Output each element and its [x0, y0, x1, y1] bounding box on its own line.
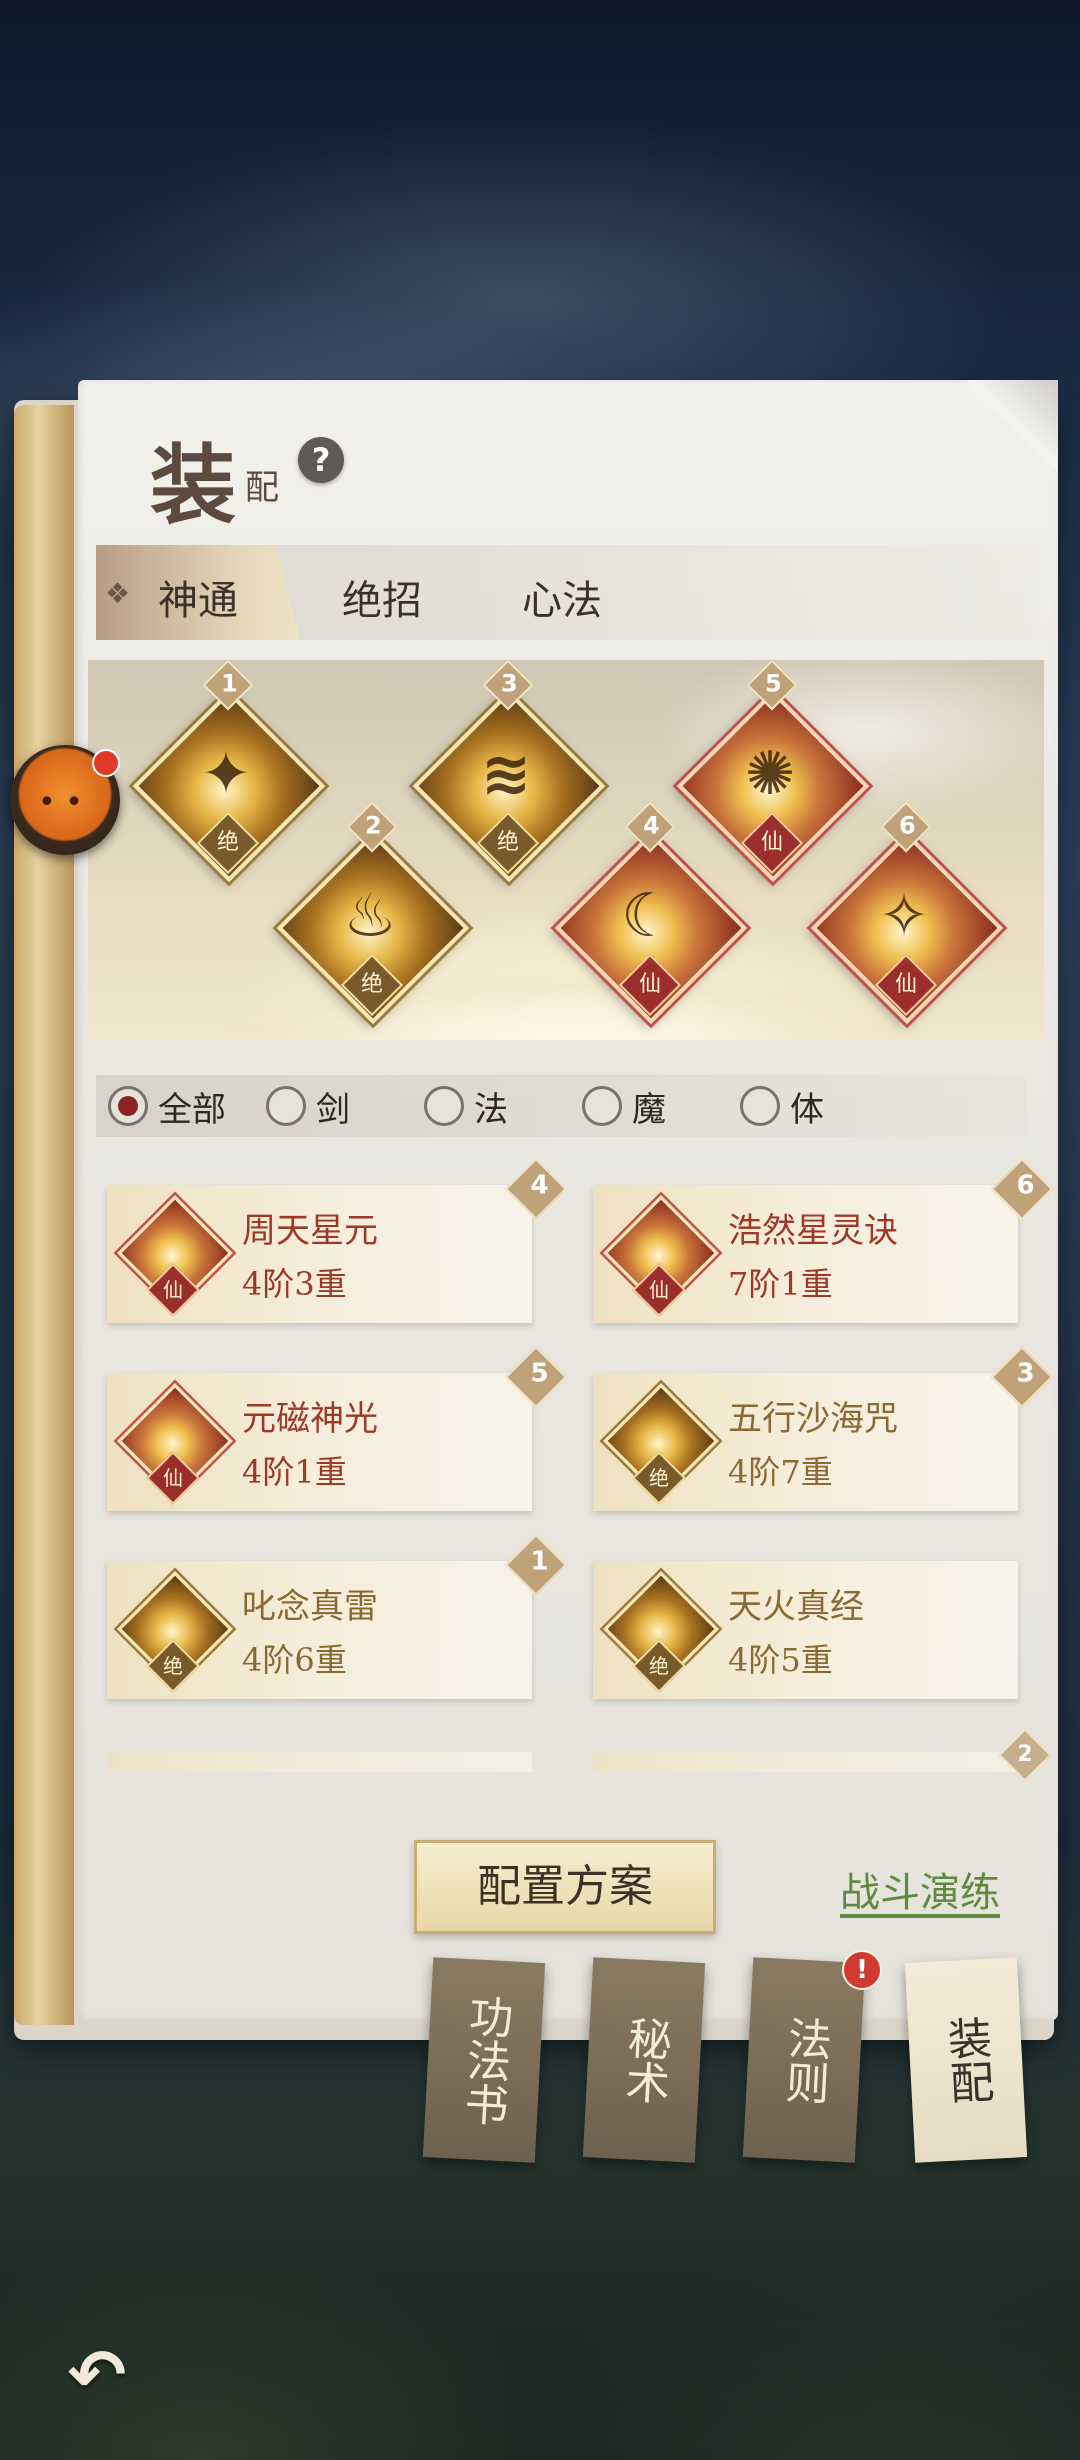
filter-label: 全部 [158, 1089, 226, 1130]
tab-diamond-icon: ❖ [105, 577, 131, 610]
skill-name: 五行沙海咒 [728, 1399, 898, 1439]
skill-level: 4阶7重 [728, 1453, 833, 1491]
skill-name: 元磁神光 [242, 1399, 378, 1439]
filter-label: 体 [790, 1089, 824, 1130]
skill-card[interactable]: 仙 浩然星灵诀 7阶1重 6 [593, 1157, 1054, 1323]
radio-icon [424, 1086, 464, 1126]
filter-sword[interactable]: 剑 [266, 1083, 350, 1130]
skill-card[interactable]: 绝 天火真经 4阶5重 [593, 1561, 1018, 1699]
skill-level: 4阶3重 [242, 1265, 347, 1303]
filter-magic[interactable]: 法 [424, 1083, 508, 1130]
skill-name: 叱念真雷 [242, 1587, 378, 1627]
pet-face: • • [38, 785, 83, 820]
skill-card-partial[interactable]: 2 [593, 1728, 1052, 1782]
equip-slot-6[interactable]: ✧ 6 仙 [810, 801, 1004, 1025]
page-title-main: 装 [150, 435, 236, 536]
skill-card[interactable]: 绝 叱念真雷 4阶6重 1 [107, 1533, 568, 1699]
bookmark-skill-book[interactable]: 功法书 [422, 1957, 546, 2163]
skill-glyph-icon: ♨ [343, 881, 397, 951]
skill-card[interactable]: 绝 五行沙海咒 4阶7重 3 [593, 1345, 1054, 1511]
filter-label: 魔 [632, 1089, 666, 1130]
skill-card-partial[interactable] [107, 1752, 532, 1772]
radio-icon [740, 1086, 780, 1126]
skill-glyph-icon: ☾ [621, 881, 675, 951]
skill-name: 天火真经 [728, 1587, 864, 1627]
skill-level: 4阶1重 [242, 1453, 347, 1491]
filter-label: 剑 [316, 1089, 350, 1130]
skill-level: 7阶1重 [728, 1265, 833, 1303]
notification-dot [92, 749, 120, 777]
skill-level: 4阶5重 [728, 1641, 833, 1679]
page-fold-corner [968, 380, 1058, 470]
bookmark-secret-art[interactable]: 秘术 [582, 1957, 706, 2163]
skill-glyph-icon: ✦ [200, 739, 252, 809]
book-spine [14, 405, 74, 2025]
filter-label: 法 [474, 1089, 508, 1130]
skill-card[interactable]: 仙 周天星元 4阶3重 4 [107, 1157, 568, 1323]
skill-name: 周天星元 [242, 1211, 378, 1251]
radio-icon [108, 1086, 148, 1126]
bookmark-equip[interactable]: 装配 [904, 1957, 1028, 2163]
radio-icon [266, 1086, 306, 1126]
skill-glyph-icon: ✺ [744, 739, 796, 809]
tab-shentong[interactable]: 神通 [158, 568, 238, 626]
skill-name: 浩然星灵诀 [728, 1211, 898, 1251]
bookmark-law[interactable]: 法则 [742, 1957, 866, 2163]
tab-juezhao[interactable]: 绝招 [342, 568, 422, 626]
skill-card[interactable]: 仙 元磁神光 4阶1重 5 [107, 1345, 568, 1511]
skill-glyph-icon: ≋ [480, 739, 532, 809]
filter-all[interactable]: 全部 [108, 1083, 226, 1130]
battle-practice-link[interactable]: 战斗演练 [840, 1860, 1000, 1918]
filter-bar [96, 1075, 1026, 1137]
skill-glyph-icon: ✧ [878, 881, 930, 951]
back-arrow-icon[interactable]: ↶ [52, 2330, 142, 2420]
help-icon[interactable]: ? [298, 437, 344, 483]
page-title-suffix: 配 [245, 468, 279, 508]
filter-body[interactable]: 体 [740, 1083, 824, 1130]
config-plan-button[interactable]: 配置方案 [414, 1840, 716, 1934]
notification-badge: ! [842, 1950, 882, 1990]
pet-avatar-icon[interactable]: • • [10, 745, 120, 855]
tab-xinfa[interactable]: 心法 [522, 568, 602, 626]
filter-demon[interactable]: 魔 [582, 1083, 666, 1130]
radio-icon [582, 1086, 622, 1126]
skill-level: 4阶6重 [242, 1641, 347, 1679]
